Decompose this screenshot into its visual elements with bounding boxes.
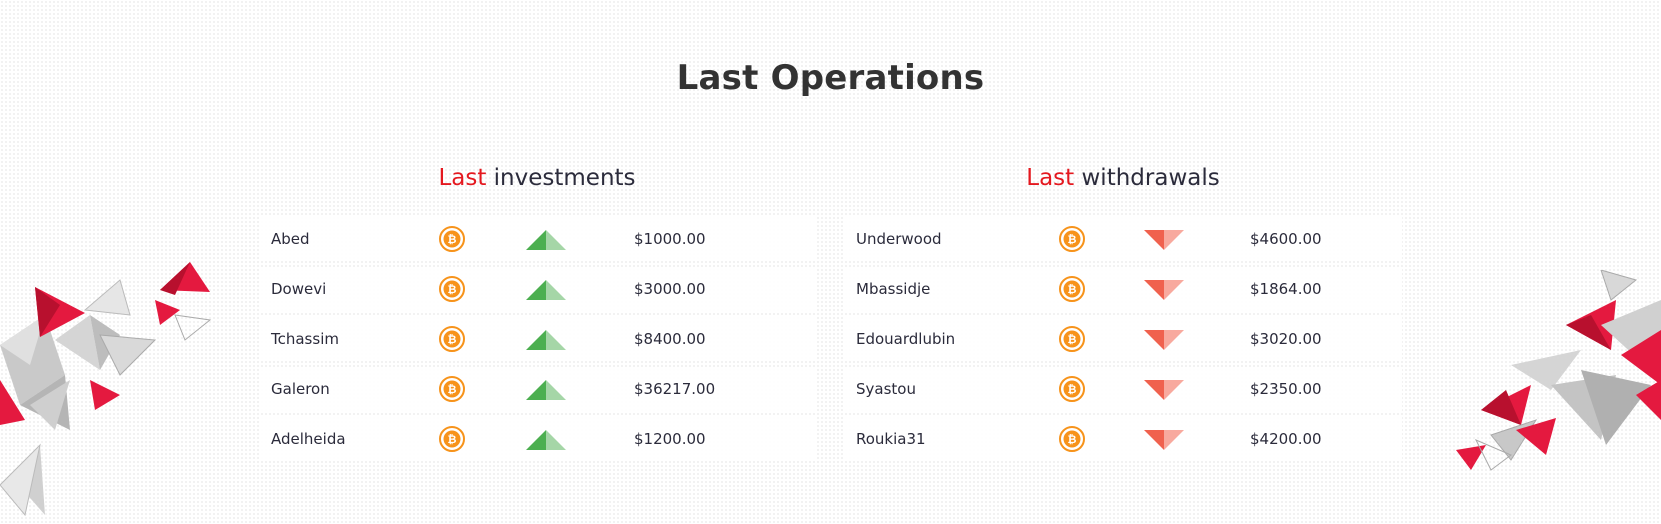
up-arrow-icon [526,230,566,250]
up-arrow-icon [526,330,566,350]
up-arrow-icon [526,430,566,450]
withdrawer-name: Roukia31 [856,430,926,448]
investor-name: Galeron [271,380,330,398]
down-arrow-icon [1144,280,1184,300]
withdrawals-heading: Last withdrawals [844,160,1402,196]
investor-name: Adelheida [271,430,346,448]
down-arrow-icon [1144,380,1184,400]
investments-heading: Last investments [259,160,815,196]
investments-panel: Last investments Abed ₿ $1000.00 Dowevi … [259,160,815,461]
withdrawer-name: Syastou [856,380,916,398]
investment-amount: $36217.00 [634,380,716,398]
investor-name: Dowevi [271,280,327,298]
investments-heading-text: investments [493,165,636,191]
withdrawals-heading-accent: Last [1026,165,1075,191]
investment-amount: $1000.00 [634,230,706,248]
investment-row: Adelheida ₿ $1200.00 [259,417,815,461]
bitcoin-icon: ₿ [1059,326,1085,352]
withdrawal-amount: $2350.00 [1250,380,1322,398]
withdrawals-list: Underwood ₿ $4600.00 Mbassidje ₿ $1864.0… [844,217,1402,467]
withdrawal-amount: $1864.00 [1250,280,1322,298]
bitcoin-icon: ₿ [1059,376,1085,402]
svg-text:₿: ₿ [448,283,457,296]
investment-amount: $1200.00 [634,430,706,448]
svg-text:₿: ₿ [1068,383,1077,396]
withdrawal-row: Roukia31 ₿ $4200.00 [844,417,1402,461]
withdrawal-amount: $4600.00 [1250,230,1322,248]
down-arrow-icon [1144,430,1184,450]
investment-row: Abed ₿ $1000.00 [259,217,815,261]
bitcoin-icon: ₿ [1059,276,1085,302]
down-arrow-icon [1144,230,1184,250]
bitcoin-icon: ₿ [439,276,465,302]
svg-text:₿: ₿ [448,383,457,396]
withdrawals-panel: Last withdrawals Underwood ₿ $4600.00 Mb… [844,160,1402,461]
bitcoin-icon: ₿ [439,226,465,252]
withdrawals-heading-text: withdrawals [1081,165,1220,191]
svg-text:₿: ₿ [1068,433,1077,446]
withdrawal-row: Syastou ₿ $2350.00 [844,367,1402,411]
withdrawal-row: Mbassidje ₿ $1864.00 [844,267,1402,311]
svg-text:₿: ₿ [1068,233,1077,246]
decorative-triangles-left [0,262,212,517]
svg-text:₿: ₿ [448,233,457,246]
svg-text:₿: ₿ [448,333,457,346]
bitcoin-icon: ₿ [1059,226,1085,252]
bitcoin-icon: ₿ [439,376,465,402]
withdrawer-name: Edouardlubin [856,330,956,348]
page-title: Last Operations [676,58,985,98]
investment-amount: $8400.00 [634,330,706,348]
withdrawer-name: Mbassidje [856,280,931,298]
withdrawal-row: Underwood ₿ $4600.00 [844,217,1402,261]
investment-amount: $3000.00 [634,280,706,298]
svg-text:₿: ₿ [1068,283,1077,296]
investment-row: Tchassim ₿ $8400.00 [259,317,815,361]
investor-name: Abed [271,230,310,248]
investment-row: Galeron ₿ $36217.00 [259,367,815,411]
investor-name: Tchassim [271,330,339,348]
up-arrow-icon [526,380,566,400]
svg-text:₿: ₿ [1068,333,1077,346]
svg-text:₿: ₿ [448,433,457,446]
up-arrow-icon [526,280,566,300]
withdrawer-name: Underwood [856,230,942,248]
bitcoin-icon: ₿ [1059,426,1085,452]
withdrawal-amount: $3020.00 [1250,330,1322,348]
withdrawal-row: Edouardlubin ₿ $3020.00 [844,317,1402,361]
bitcoin-icon: ₿ [439,426,465,452]
down-arrow-icon [1144,330,1184,350]
investments-list: Abed ₿ $1000.00 Dowevi ₿ $3000.00 Tchass… [259,217,815,467]
investments-heading-accent: Last [438,165,487,191]
decorative-triangles-right [1456,270,1661,471]
investment-row: Dowevi ₿ $3000.00 [259,267,815,311]
bitcoin-icon: ₿ [439,326,465,352]
withdrawal-amount: $4200.00 [1250,430,1322,448]
